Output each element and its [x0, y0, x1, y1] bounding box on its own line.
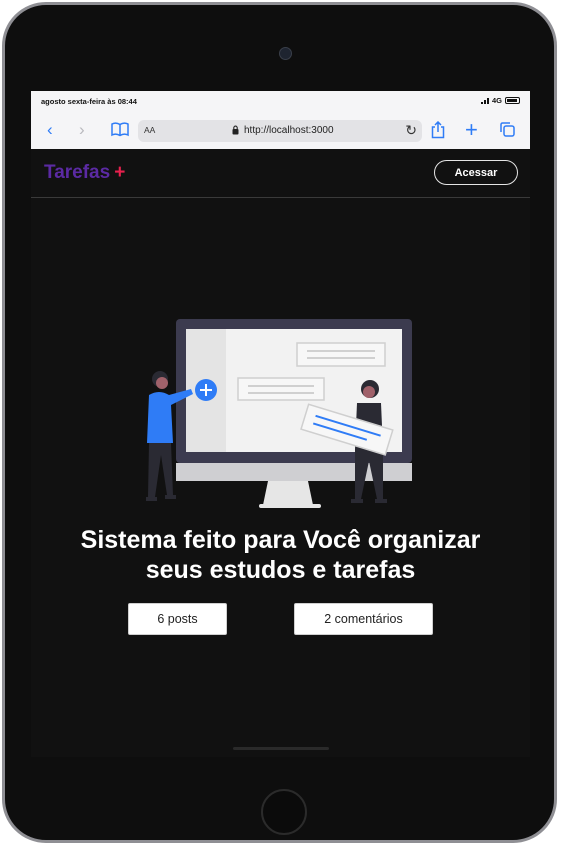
reader-mode-button[interactable]: AA	[144, 125, 155, 135]
network-label: 4G	[491, 96, 502, 105]
signal-icon	[480, 97, 489, 104]
site-navbar: Tarefas + Acessar	[31, 149, 530, 198]
reload-icon[interactable]: ↻	[405, 122, 417, 139]
share-icon[interactable]	[431, 120, 445, 139]
status-indicators: 4G	[480, 96, 520, 105]
home-button[interactable]	[261, 789, 307, 835]
bookmarks-icon[interactable]	[111, 122, 129, 140]
forward-icon[interactable]: ›	[79, 121, 85, 139]
new-tab-icon[interactable]: +	[465, 119, 478, 141]
browser-toolbar: ‹ › AA http://localhost:3000 ↻ +	[31, 113, 530, 150]
status-time: agosto sexta-feira às 08:44	[41, 97, 137, 106]
tabs-icon[interactable]	[499, 121, 516, 139]
lock-icon	[232, 125, 239, 135]
screen: agosto sexta-feira às 08:44 4G ‹ › AA ht…	[31, 91, 530, 757]
hero-illustration	[146, 319, 412, 508]
site-logo[interactable]: Tarefas +	[44, 162, 125, 184]
brand-plus: +	[114, 162, 126, 183]
battery-icon	[505, 97, 520, 104]
home-indicator	[233, 747, 329, 750]
posts-count-box[interactable]: 6 posts	[128, 603, 227, 635]
comments-count-box[interactable]: 2 comentários	[294, 603, 433, 635]
login-button[interactable]: Acessar	[434, 160, 518, 185]
address-bar[interactable]: AA http://localhost:3000 ↻	[138, 120, 422, 142]
status-bar: agosto sexta-feira às 08:44 4G	[31, 91, 530, 113]
back-icon[interactable]: ‹	[47, 121, 53, 139]
front-camera	[279, 47, 292, 60]
brand-name: Tarefas	[44, 162, 111, 183]
url-text: http://localhost:3000	[244, 125, 334, 136]
hero-headline: Sistema feito para Você organizar seus e…	[80, 526, 481, 584]
